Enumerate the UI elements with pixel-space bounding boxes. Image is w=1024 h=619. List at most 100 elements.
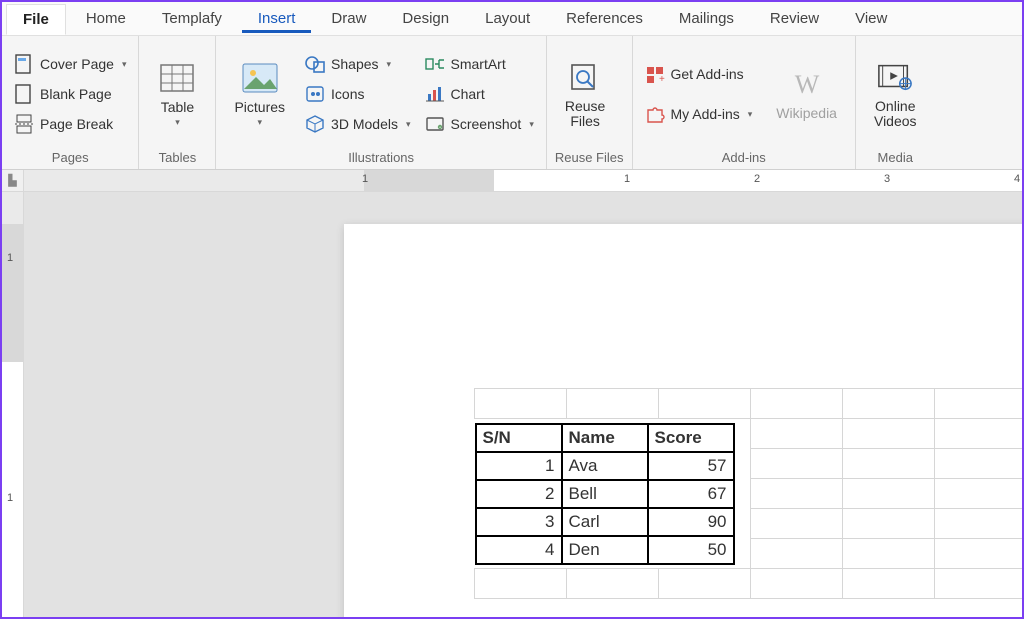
chevron-down-icon: ▾ <box>406 119 411 130</box>
chevron-down-icon: ▾ <box>387 59 392 70</box>
screenshot-icon: + <box>425 114 445 134</box>
group-label-pages: Pages <box>10 148 130 167</box>
group-label-reuse: Reuse Files <box>555 148 624 167</box>
blank-page-button[interactable]: Blank Page <box>10 81 130 107</box>
chart-icon <box>425 84 445 104</box>
ruler-corner[interactable]: ▙ <box>2 170 24 191</box>
smartart-button[interactable]: SmartArt <box>421 51 538 77</box>
page-break-button[interactable]: Page Break <box>10 111 130 137</box>
cover-page-icon <box>14 54 34 74</box>
cell-name: Carl <box>562 508 648 536</box>
group-tables: Table ▾ Tables <box>139 36 216 169</box>
pictures-icon <box>242 60 278 96</box>
reuse-files-button[interactable]: Reuse Files <box>555 40 615 148</box>
svg-text:+: + <box>659 74 665 83</box>
tab-draw[interactable]: Draw <box>315 4 382 33</box>
blank-page-icon <box>14 84 34 104</box>
video-icon <box>877 59 913 95</box>
header-sn: S/N <box>476 424 562 452</box>
chevron-down-icon: ▾ <box>257 117 262 128</box>
cell-score: 90 <box>648 508 734 536</box>
workspace: 1 1 S/N Name Score <box>2 192 1022 617</box>
table-label: Table <box>161 100 194 115</box>
group-reuse-files: Reuse Files Reuse Files <box>547 36 633 169</box>
ribbon: Cover Page ▾ Blank Page Page Break Page <box>2 36 1022 170</box>
smartart-label: SmartArt <box>451 56 506 72</box>
store-icon: + <box>645 64 665 84</box>
tab-home[interactable]: Home <box>70 4 142 33</box>
cell-name: Den <box>562 536 648 564</box>
ruler-h-tick: 4 <box>1014 173 1020 185</box>
cell-sn: 1 <box>476 452 562 480</box>
cell-score: 50 <box>648 536 734 564</box>
table-row[interactable]: 4 Den 50 <box>476 536 734 564</box>
tab-view[interactable]: View <box>839 4 903 33</box>
tab-review[interactable]: Review <box>754 4 835 33</box>
ruler-vertical[interactable]: 1 1 <box>2 192 24 617</box>
page-break-label: Page Break <box>40 116 113 132</box>
table-row[interactable]: 1 Ava 57 <box>476 452 734 480</box>
online-videos-label: Online Videos <box>874 99 917 130</box>
group-addins: + Get Add-ins My Add-ins ▾ W Wikipedia <box>633 36 856 169</box>
svg-text:W: W <box>794 71 819 97</box>
ruler-h-tick: 2 <box>754 173 760 185</box>
cover-page-button[interactable]: Cover Page ▾ <box>10 51 130 77</box>
shapes-label: Shapes <box>331 56 378 72</box>
document-canvas[interactable]: S/N Name Score 1 Ava 57 2 Be <box>24 192 1022 617</box>
shapes-button[interactable]: Shapes ▾ <box>301 51 414 77</box>
tab-insert[interactable]: Insert <box>242 4 312 33</box>
tab-design[interactable]: Design <box>386 4 465 33</box>
group-label-illustrations: Illustrations <box>224 148 537 167</box>
tab-templafy[interactable]: Templafy <box>146 4 238 33</box>
shapes-icon <box>305 54 325 74</box>
chevron-down-icon: ▾ <box>122 59 127 70</box>
online-videos-button[interactable]: Online Videos <box>864 40 927 148</box>
tab-file[interactable]: File <box>6 4 66 35</box>
ruler-h-tick: 3 <box>884 173 890 185</box>
icons-label: Icons <box>331 86 364 102</box>
table-button[interactable]: Table ▾ <box>147 40 207 148</box>
pictures-button[interactable]: Pictures ▾ <box>224 40 295 148</box>
group-label-tables: Tables <box>147 148 207 167</box>
get-addins-button[interactable]: + Get Add-ins <box>641 61 757 87</box>
group-illustrations: Pictures ▾ Shapes ▾ Icons <box>216 36 546 169</box>
ruler-row: ▙ 1 1 2 3 4 <box>2 170 1022 192</box>
3d-models-button[interactable]: 3D Models ▾ <box>301 111 414 137</box>
chevron-down-icon: ▾ <box>748 109 753 120</box>
page-break-icon <box>14 114 34 134</box>
chevron-down-icon: ▾ <box>529 119 534 130</box>
table-row[interactable]: 2 Bell 67 <box>476 480 734 508</box>
chart-button[interactable]: Chart <box>421 81 538 107</box>
group-label-addins: Add-ins <box>641 148 847 167</box>
embedded-object[interactable]: S/N Name Score 1 Ava 57 2 Be <box>474 388 1022 599</box>
group-pages: Cover Page ▾ Blank Page Page Break Page <box>2 36 139 169</box>
ruler-v-tick: 1 <box>7 492 13 504</box>
table-row[interactable]: 3 Carl 90 <box>476 508 734 536</box>
cell-sn: 3 <box>476 508 562 536</box>
table-header-row: S/N Name Score <box>476 424 734 452</box>
tab-mailings[interactable]: Mailings <box>663 4 750 33</box>
cell-score: 57 <box>648 452 734 480</box>
blank-page-label: Blank Page <box>40 86 112 102</box>
my-addins-button[interactable]: My Add-ins ▾ <box>641 101 757 127</box>
group-media: Online Videos Media <box>856 36 935 169</box>
ruler-v-tick: 1 <box>7 252 13 264</box>
wikipedia-button[interactable]: W Wikipedia <box>766 40 847 148</box>
tab-references[interactable]: References <box>550 4 659 33</box>
cell-sn: 2 <box>476 480 562 508</box>
reuse-files-icon <box>567 59 603 95</box>
smartart-icon <box>425 54 445 74</box>
ribbon-tabs: File Home Templafy Insert Draw Design La… <box>2 2 1022 36</box>
puzzle-icon <box>645 104 665 124</box>
icons-button[interactable]: Icons <box>301 81 414 107</box>
screenshot-button[interactable]: + Screenshot ▾ <box>421 111 538 137</box>
get-addins-label: Get Add-ins <box>671 66 744 82</box>
chevron-down-icon: ▾ <box>175 117 180 128</box>
icons-icon <box>305 84 325 104</box>
data-table[interactable]: S/N Name Score 1 Ava 57 2 Be <box>475 423 735 565</box>
table-icon <box>159 60 195 96</box>
tab-layout[interactable]: Layout <box>469 4 546 33</box>
ruler-horizontal[interactable]: 1 1 2 3 4 <box>24 170 1022 191</box>
header-score: Score <box>648 424 734 452</box>
cover-page-label: Cover Page <box>40 56 114 72</box>
